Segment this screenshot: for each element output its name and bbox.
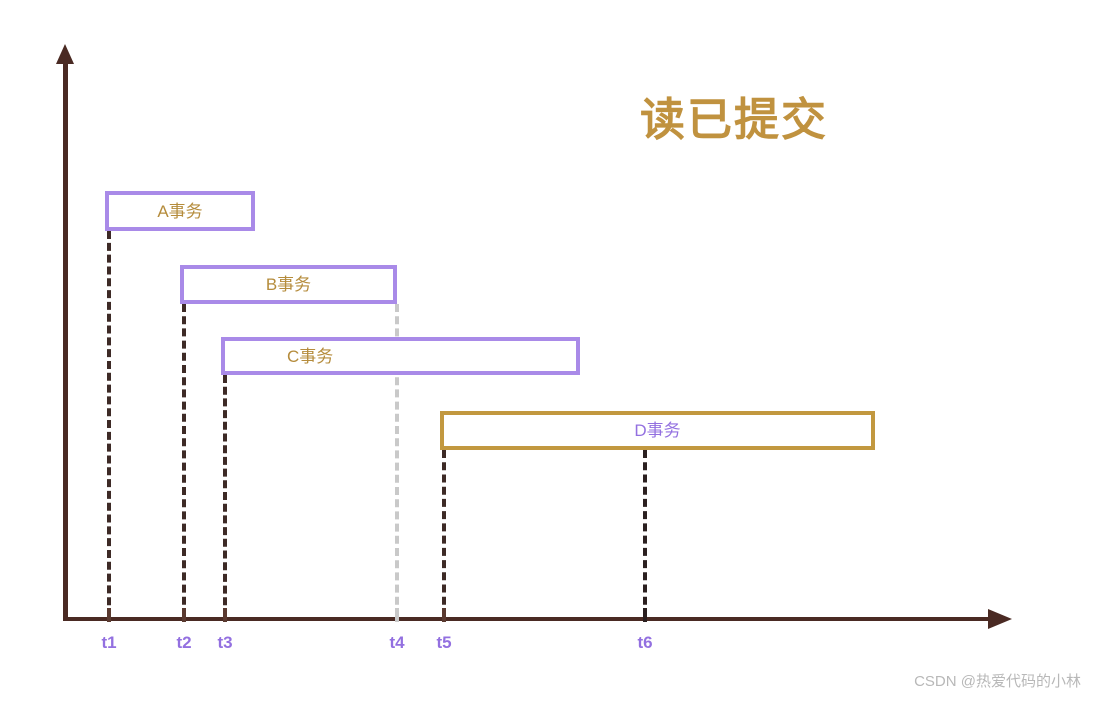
guide-line-t2 [182,304,186,617]
tick-label-t6: t6 [637,633,653,652]
transaction-label-d: D事务 [634,421,681,440]
tick-mark-t6 [643,608,647,622]
tick-label-t3: t3 [217,633,233,652]
page-title: 读已提交 [640,94,829,145]
tick-mark-t4 [395,608,399,622]
tick-mark-t3 [223,608,227,622]
transaction-box-c: C事务 [221,337,580,375]
transaction-box-a: A事务 [105,191,255,231]
diagram-canvas: 读已提交 A事务 B事务 C事务 D事务 t1 t2 t3 t4 t5 t6 CSDN @热爱代… [0,0,1099,703]
transaction-box-d: D事务 [440,411,875,450]
tick-label-t2: t2 [176,633,192,652]
tick-label-t5: t5 [436,633,452,652]
transaction-label-c: C事务 [287,346,334,366]
guide-line-t1 [107,231,111,617]
x-axis-line [63,617,993,621]
tick-mark-t2 [182,608,186,622]
tick-label-t1: t1 [101,633,117,652]
transaction-box-b: B事务 [180,265,397,304]
tick-mark-t5 [442,608,446,622]
transaction-label-a: A事务 [157,201,203,221]
y-axis-line [63,60,68,620]
guide-line-t5 [442,450,446,617]
tick-mark-t1 [107,608,111,622]
guide-line-t6 [643,450,647,617]
tick-label-t4: t4 [389,633,405,652]
transaction-label-b: B事务 [265,275,312,294]
guide-line-t3 [223,375,227,617]
x-axis-arrow-icon [988,609,1012,629]
watermark: CSDN @热爱代码的小林 [914,673,1081,690]
